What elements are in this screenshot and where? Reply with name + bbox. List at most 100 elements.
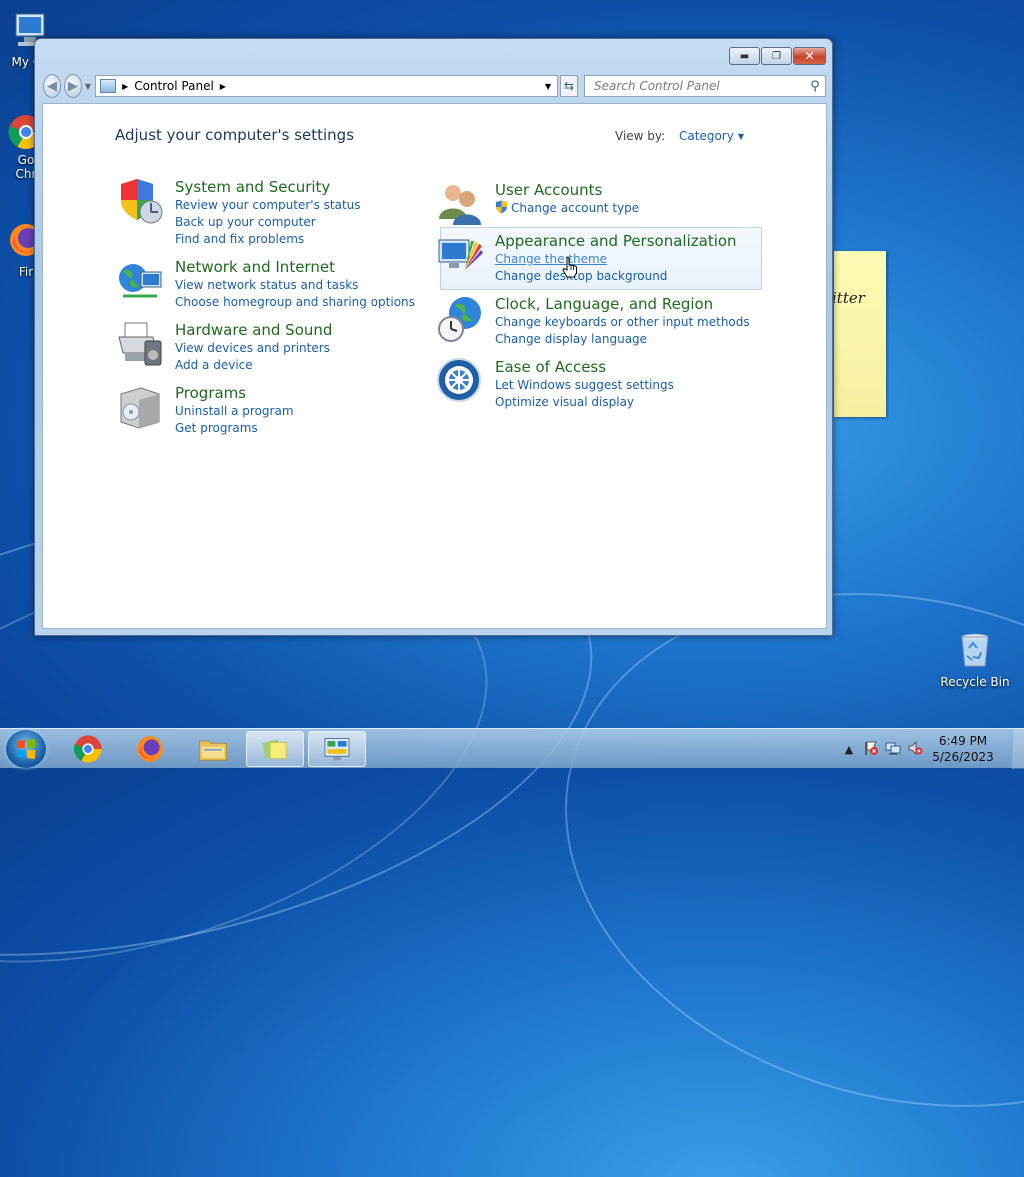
caption-buttons: ▬ ❐ ✕: [729, 47, 826, 65]
task-link[interactable]: View network status and tasks: [175, 277, 415, 294]
task-link[interactable]: Uninstall a program: [175, 403, 294, 420]
breadcrumb-control-panel[interactable]: Control Panel: [134, 79, 214, 93]
category-programs: Programs Uninstall a program Get program…: [115, 382, 294, 437]
taskbar-chrome[interactable]: [59, 731, 117, 767]
close-icon: ✕: [804, 49, 815, 63]
ease-of-access-icon: [437, 358, 481, 402]
page-title: Adjust your computer's settings: [115, 126, 355, 144]
hand-cursor-icon: [562, 256, 577, 278]
clock-time: 6:49 PM: [938, 734, 988, 748]
chrome-icon: [74, 735, 102, 763]
forward-arrow-icon: ▶: [67, 78, 78, 94]
task-link[interactable]: Change keyboards or other input methods: [495, 314, 750, 331]
category-hardware-sound: Hardware and Sound View devices and prin…: [115, 319, 332, 374]
sticky-notes-icon: [262, 739, 287, 759]
task-link[interactable]: Change desktop background: [495, 268, 737, 285]
show-hidden-icons-button[interactable]: ▲: [838, 743, 860, 756]
chevron-down-icon[interactable]: ▼: [738, 132, 744, 141]
printer-icon: [118, 322, 162, 366]
category-title[interactable]: User Accounts: [495, 181, 639, 199]
folder-icon: [199, 740, 227, 761]
desktop-icon-recycle-bin[interactable]: Recycle Bin: [935, 630, 1015, 689]
view-by: View by: Category ▼: [615, 129, 744, 143]
task-link[interactable]: Change the theme: [495, 251, 737, 268]
sticky-note[interactable]: itter: [834, 251, 886, 417]
view-by-label: View by:: [615, 129, 666, 143]
task-link[interactable]: Review your computer's status: [175, 197, 361, 214]
windows-logo-icon: [17, 739, 35, 759]
category-appearance-personalization: Appearance and Personalization Change th…: [435, 230, 737, 285]
uac-shield-icon: [496, 200, 507, 214]
category-network-internet: Network and Internet View network status…: [115, 256, 415, 311]
task-link[interactable]: Back up your computer: [175, 214, 361, 231]
task-link[interactable]: Choose homegroup and sharing options: [175, 294, 415, 311]
taskbar-explorer[interactable]: [184, 731, 242, 767]
start-button[interactable]: [6, 730, 46, 768]
control-panel-window[interactable]: ▬ ❐ ✕ ◀ ▶ ▼ ▶ Control Panel ▶ ▼ ⇆ ⚲ Adju…: [34, 38, 833, 636]
control-panel-small-icon: [100, 79, 117, 93]
navigation-bar: ◀ ▶ ▼ ▶ Control Panel ▶ ▼ ⇆ ⚲: [43, 72, 827, 100]
category-title[interactable]: Network and Internet: [175, 258, 415, 276]
refresh-button[interactable]: ⇆: [560, 75, 579, 97]
refresh-icon: ⇆: [564, 79, 575, 93]
category-ease-of-access: Ease of Access Let Windows suggest setti…: [435, 356, 674, 411]
action-center-flag-icon[interactable]: [860, 740, 882, 759]
users-icon: [439, 185, 481, 225]
restore-icon: ❐: [772, 50, 781, 62]
search-box[interactable]: ⚲: [584, 75, 827, 97]
breadcrumb-chevron-icon[interactable]: ▶: [122, 82, 128, 91]
minimize-button[interactable]: ▬: [729, 47, 760, 65]
task-link[interactable]: Change account type: [495, 200, 639, 217]
search-icon[interactable]: ⚲: [805, 79, 825, 94]
minimize-icon: ▬: [739, 50, 750, 62]
category-title[interactable]: Programs: [175, 384, 294, 402]
taskbar-sticky-notes[interactable]: [246, 731, 304, 767]
back-arrow-icon: ◀: [46, 78, 57, 94]
view-by-dropdown[interactable]: Category: [679, 129, 734, 143]
forward-button[interactable]: ▶: [63, 74, 82, 98]
task-link[interactable]: Let Windows suggest settings: [495, 377, 674, 394]
maximize-button[interactable]: ❐: [761, 47, 792, 65]
category-system-security: System and Security Review your computer…: [115, 176, 361, 248]
sticky-note-text: itter: [834, 289, 865, 307]
close-button[interactable]: ✕: [793, 47, 826, 65]
category-clock-language-region: Clock, Language, and Region Change keybo…: [435, 293, 750, 348]
category-title[interactable]: System and Security: [175, 178, 361, 196]
clock-date: 5/26/2023: [932, 750, 994, 764]
show-desktop-button[interactable]: [1012, 729, 1024, 769]
task-link[interactable]: Get programs: [175, 420, 294, 437]
recent-pages-dropdown[interactable]: ▼: [85, 82, 91, 91]
volume-muted-icon[interactable]: [904, 740, 926, 759]
clock[interactable]: 6:49 PM 5/26/2023: [926, 733, 1000, 765]
task-link[interactable]: View devices and printers: [175, 340, 332, 357]
category-title[interactable]: Appearance and Personalization: [495, 232, 737, 250]
search-input[interactable]: [592, 78, 806, 94]
task-link[interactable]: Optimize visual display: [495, 394, 674, 411]
firefox-icon: [137, 736, 163, 762]
network-icon[interactable]: [882, 740, 904, 759]
address-bar[interactable]: ▶ Control Panel ▶ ▼: [95, 75, 559, 97]
task-link[interactable]: Change display language: [495, 331, 750, 348]
category-title[interactable]: Hardware and Sound: [175, 321, 332, 339]
task-link[interactable]: Add a device: [175, 357, 332, 374]
task-link[interactable]: Find and fix problems: [175, 231, 361, 248]
taskbar-firefox[interactable]: [121, 731, 179, 767]
address-dropdown-icon[interactable]: ▼: [539, 76, 557, 96]
category-user-accounts: User Accounts Change account type: [435, 179, 639, 229]
breadcrumb-chevron-icon[interactable]: ▶: [220, 82, 226, 91]
taskbar: ▲ 6:49 PM 5/26/2023: [0, 728, 1024, 769]
system-tray: ▲ 6:49 PM 5/26/2023: [838, 729, 1024, 769]
category-title[interactable]: Clock, Language, and Region: [495, 295, 750, 313]
desktop-icon-label: Recycle Bin: [940, 675, 1010, 689]
appearance-monitor-icon: [438, 239, 483, 270]
control-panel-icon: [324, 738, 350, 761]
content-pane: Adjust your computer's settings View by:…: [42, 103, 827, 629]
programs-box-icon: [120, 387, 160, 429]
category-title[interactable]: Ease of Access: [495, 358, 674, 376]
back-button[interactable]: ◀: [43, 74, 61, 98]
taskbar-control-panel[interactable]: [308, 731, 366, 767]
shield-icon: [121, 179, 163, 224]
network-globe-icon: [119, 264, 162, 298]
recycle-bin-icon: [961, 633, 989, 667]
clock-globe-icon: [438, 297, 481, 342]
